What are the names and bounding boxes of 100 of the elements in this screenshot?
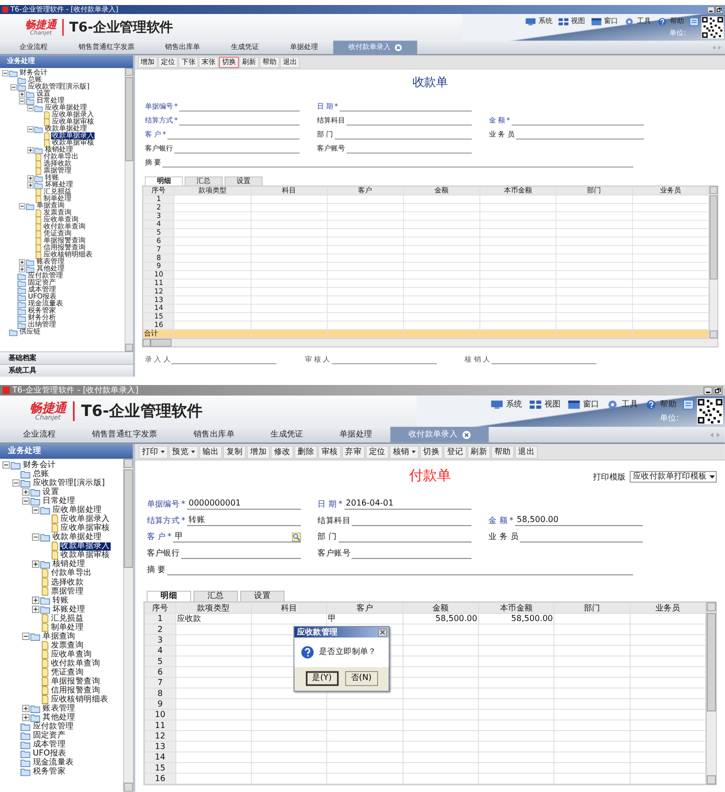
expand-icon[interactable] [27,174,34,182]
collapse-icon[interactable] [18,98,26,104]
close-icon[interactable] [394,44,402,51]
scrollbar[interactable] [142,338,718,348]
menu-item[interactable]: 帮助 [644,398,676,410]
tree-item[interactable]: 核销处理 [52,560,86,568]
tree-item[interactable]: 应收单据审核 [60,524,111,532]
toolbar-button[interactable]: 审核 [318,445,342,458]
tree-item[interactable]: 票据管理 [50,587,84,596]
scrollbar[interactable] [124,68,133,352]
tree-item[interactable]: 财务会计 [22,460,57,470]
minimize-button[interactable] [707,6,715,14]
toolbar-button[interactable]: 核销 [390,445,420,458]
collapse-icon[interactable] [12,479,20,487]
scrollbar[interactable] [123,458,133,792]
search-icon[interactable] [292,532,301,542]
tree-item[interactable]: 设置 [42,488,60,496]
input-field[interactable]: 2016-04-01 [344,498,472,510]
menu-item[interactable]: 视图 [528,398,561,410]
menu-item[interactable]: 工具 [606,398,638,410]
tree-item[interactable]: 收款单据处理 [52,533,102,542]
expand-icon[interactable] [18,266,26,272]
tree-item[interactable]: 收付款单查询 [50,659,101,668]
toolbar-button[interactable]: 预览 [168,445,198,458]
close-button[interactable] [378,628,388,636]
tree-item[interactable]: 应付款管理 [32,722,75,731]
collapse-icon[interactable] [27,104,34,112]
collapse-icon[interactable] [27,126,34,132]
tree-item[interactable]: 凭证查询 [50,668,84,676]
expand-icon[interactable] [27,146,34,154]
tab[interactable]: 销售出库单 [175,426,253,442]
collapse-icon[interactable] [22,632,30,640]
expand-icon[interactable] [18,258,26,266]
scrollbar[interactable] [709,186,718,338]
tab[interactable]: 生成凭证 [252,426,322,442]
collapse-icon[interactable] [2,461,10,469]
expand-icon[interactable] [27,182,34,188]
toolbar-button[interactable]: 复制 [223,445,246,458]
menu-item[interactable]: 系统 [490,398,522,410]
input-field[interactable]: 甲 [173,532,301,542]
collapse-icon[interactable] [2,70,8,76]
message-icon[interactable] [683,399,694,410]
tree-item[interactable]: 转账 [52,596,70,604]
tree-item[interactable]: 应收款管理[演示版] [32,478,106,488]
restore-button[interactable] [713,386,722,394]
tree-item[interactable]: 汇兑损益 [50,614,84,622]
tab[interactable]: 单据处理 [321,426,390,442]
expand-icon[interactable] [32,596,40,604]
collapse-icon[interactable] [32,506,40,514]
input-field[interactable]: 0000000001 [186,498,301,510]
tree-item[interactable]: 付款单导出 [50,569,93,578]
tree-item[interactable]: 应收核销明细表 [50,695,110,704]
message-icon[interactable] [690,17,699,26]
toolbar-button[interactable]: 打印 [138,445,168,458]
expand-icon[interactable] [22,488,30,496]
tree-item[interactable]: 应收单查询 [50,650,93,658]
expand-icon[interactable] [32,560,40,568]
expand-icon[interactable] [22,714,30,722]
toolbar-button[interactable]: 刷新 [467,445,490,458]
tree-item[interactable]: 日常处理 [42,496,76,506]
tab[interactable]: 汇总 [194,590,238,602]
toolbar-button[interactable]: 删除 [294,445,318,458]
collapse-icon[interactable] [18,202,26,210]
tree-item[interactable]: 坏账处理 [52,605,86,614]
dialog-button[interactable]: 否(N) [344,671,378,686]
tree-item[interactable]: 税务管家 [32,768,66,776]
input-field[interactable]: 58,500.00 [515,515,643,526]
tree-item[interactable]: 应收单据录入 [60,514,111,524]
tab[interactable]: 销售普通红字发票 [74,426,176,442]
scrollbar[interactable] [706,602,716,784]
tree-item[interactable]: 成本管理 [32,740,66,749]
tree-item[interactable]: 制单处理 [50,623,84,632]
toolbar-button[interactable]: 退出 [514,445,538,458]
expand-icon[interactable] [22,704,30,712]
tab[interactable]: 企业流程 [4,426,74,442]
minimize-button[interactable] [704,386,713,394]
expand-icon[interactable] [18,90,26,98]
tree-item[interactable]: 单据查询 [42,632,76,640]
toolbar-button[interactable]: 登记 [444,445,467,458]
expand-icon[interactable] [32,606,40,613]
template-dropdown[interactable]: 应收付款单打印模板 [630,471,717,483]
tree-item[interactable]: 现金流量表 [32,758,75,767]
collapse-icon[interactable] [22,497,30,505]
tree-item[interactable]: 总账 [32,470,50,478]
toolbar-button[interactable]: 切换 [420,445,443,458]
input-field[interactable]: 转账 [186,515,301,526]
tree-item[interactable]: 选择收款 [50,578,84,586]
tab[interactable]: 明细 [146,590,192,602]
collapse-icon[interactable] [32,533,40,541]
restore-button[interactable] [715,6,724,14]
tree-item[interactable]: 信用报警查询 [50,686,101,695]
menu-item[interactable]: 窗口 [567,398,600,410]
toolbar-button[interactable]: 帮助 [491,445,514,458]
tree-item[interactable]: 发票查询 [50,641,84,650]
tab[interactable]: 设置 [240,590,285,602]
dialog-button[interactable]: 是(Y) [305,671,338,686]
tree-item[interactable]: 单据报警查询 [50,677,101,686]
tree-item[interactable]: 应收单据处理 [52,506,102,514]
close-icon[interactable] [462,430,471,439]
toolbar-button[interactable]: 增加 [246,445,270,458]
